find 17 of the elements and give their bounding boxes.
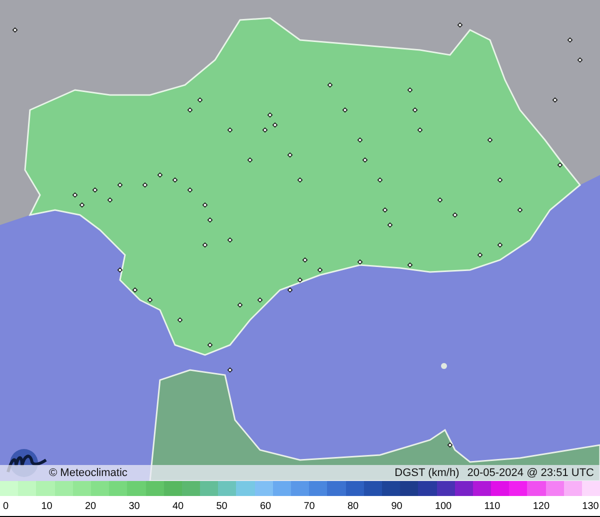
scale-label: 90	[391, 500, 402, 512]
variable-label: DGST (km/h)	[394, 467, 460, 479]
scale-label: 120	[532, 500, 550, 512]
scale-label: 70	[304, 500, 315, 512]
scale-label: 80	[347, 500, 359, 512]
scale-label: 130	[582, 500, 599, 512]
timestamp-label: 20-05-2024 @ 23:51 UTC	[467, 467, 594, 479]
scale-label: 110	[484, 500, 500, 512]
scale-label: 40	[172, 500, 184, 512]
scale-label: 50	[216, 500, 228, 512]
scale-label: 30	[128, 500, 140, 512]
scale-label: 100	[434, 500, 452, 512]
scale-label: 60	[260, 500, 272, 512]
copyright-text: © Meteoclimatic	[49, 467, 128, 479]
scale-label: 0	[3, 500, 9, 512]
scale-label: 20	[84, 500, 96, 512]
scale-label: 10	[41, 500, 52, 512]
